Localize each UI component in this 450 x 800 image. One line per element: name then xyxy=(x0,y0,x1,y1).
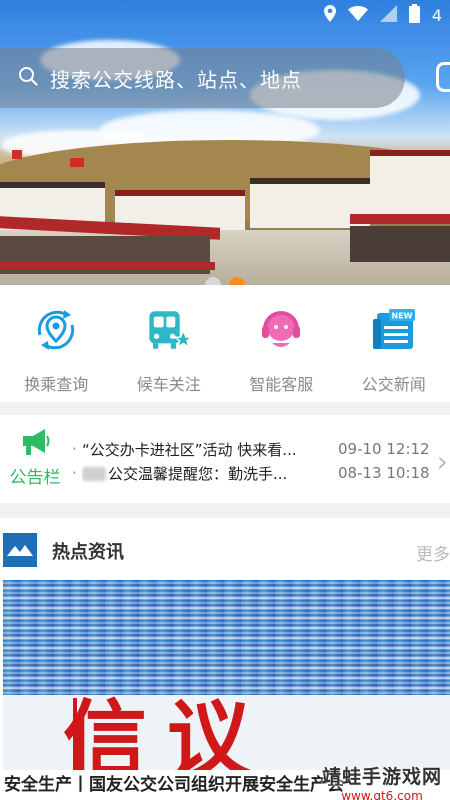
wifi-icon xyxy=(347,6,368,25)
notice-label: 公告栏 xyxy=(9,468,61,488)
customer-service-icon xyxy=(256,305,306,355)
quick-entry-waiting[interactable]: 候车关注 xyxy=(113,285,226,402)
search-placeholder: 搜索公交线路、站点、地点 xyxy=(50,67,302,92)
hot-news-title: 热点资讯 xyxy=(52,542,124,563)
search-bar[interactable]: 搜索公交线路、站点、地点 xyxy=(0,48,405,108)
news-image-text: 信议 xyxy=(63,690,272,771)
transfer-location-icon xyxy=(31,305,81,355)
quick-entry-label: 智能客服 xyxy=(249,375,314,394)
notice-item-text: 公交温馨提醒您：勤洗手... xyxy=(108,464,288,483)
search-icon xyxy=(18,66,38,90)
battery-level: 4 xyxy=(431,6,442,25)
quick-entry-label: 公交新闻 xyxy=(361,375,426,394)
notice-item[interactable]: · “公交办卡进社区”活动 快来看... 09-10 12:12 xyxy=(72,437,432,461)
svg-text:NEW: NEW xyxy=(391,312,412,321)
notice-board[interactable]: 公告栏 · “公交办卡进社区”活动 快来看... 09-10 12:12 · 公… xyxy=(0,415,450,503)
battery-icon xyxy=(408,4,420,27)
scan-icon[interactable] xyxy=(436,62,450,92)
watermark: 靖蛙手游戏网 www.qt6.com xyxy=(322,762,442,800)
chevron-right-icon[interactable]: › xyxy=(437,445,448,478)
hot-news-header: 热点资讯 更多 xyxy=(0,518,450,580)
megaphone-icon xyxy=(19,429,51,461)
quick-entry-label: 候车关注 xyxy=(136,375,201,394)
news-icon: NEW xyxy=(369,305,419,355)
quick-entry-news[interactable]: NEW 公交新闻 xyxy=(338,285,450,402)
watermark-title: 靖蛙手游戏网 xyxy=(321,766,442,788)
redacted-text xyxy=(82,467,106,481)
banner-carousel[interactable]: 4 搜索公交线路、站点、地点 xyxy=(0,0,450,285)
notice-item-text: “公交办卡进社区”活动 快来看... xyxy=(82,440,297,459)
signal-icon xyxy=(379,5,397,26)
notice-brand: 公告栏 xyxy=(4,427,66,488)
notice-item[interactable]: · 公交温馨提醒您：勤洗手... 08-13 10:18 xyxy=(72,461,432,485)
watermark-url: www.qt6.com xyxy=(341,789,423,800)
quick-entry-label: 换乘查询 xyxy=(24,375,89,394)
quick-entries: 换乘查询 候车关注 智能客服 NEW 公交新闻 xyxy=(0,285,450,402)
quick-entry-transfer[interactable]: 换乘查询 xyxy=(0,285,113,402)
more-link[interactable]: 更多 xyxy=(416,540,450,565)
app-home-screen: 4 搜索公交线路、站点、地点 换乘查询 候车关注 智能客服 NEW 公交新闻 公… xyxy=(0,0,450,800)
notice-item-time: 09-10 12:12 xyxy=(338,440,430,458)
status-bar: 4 xyxy=(323,4,442,27)
hot-news-section: 热点资讯 更多 信议 安全生产丨国友公交公司组织开展安全生产会 xyxy=(0,518,450,800)
bus-star-icon xyxy=(144,305,194,355)
quick-entry-service[interactable]: 智能客服 xyxy=(225,285,338,402)
notice-item-time: 08-13 10:18 xyxy=(338,464,430,482)
mountain-logo-icon xyxy=(3,533,37,567)
news-image[interactable]: 信议 xyxy=(3,580,450,770)
location-icon xyxy=(323,5,336,26)
